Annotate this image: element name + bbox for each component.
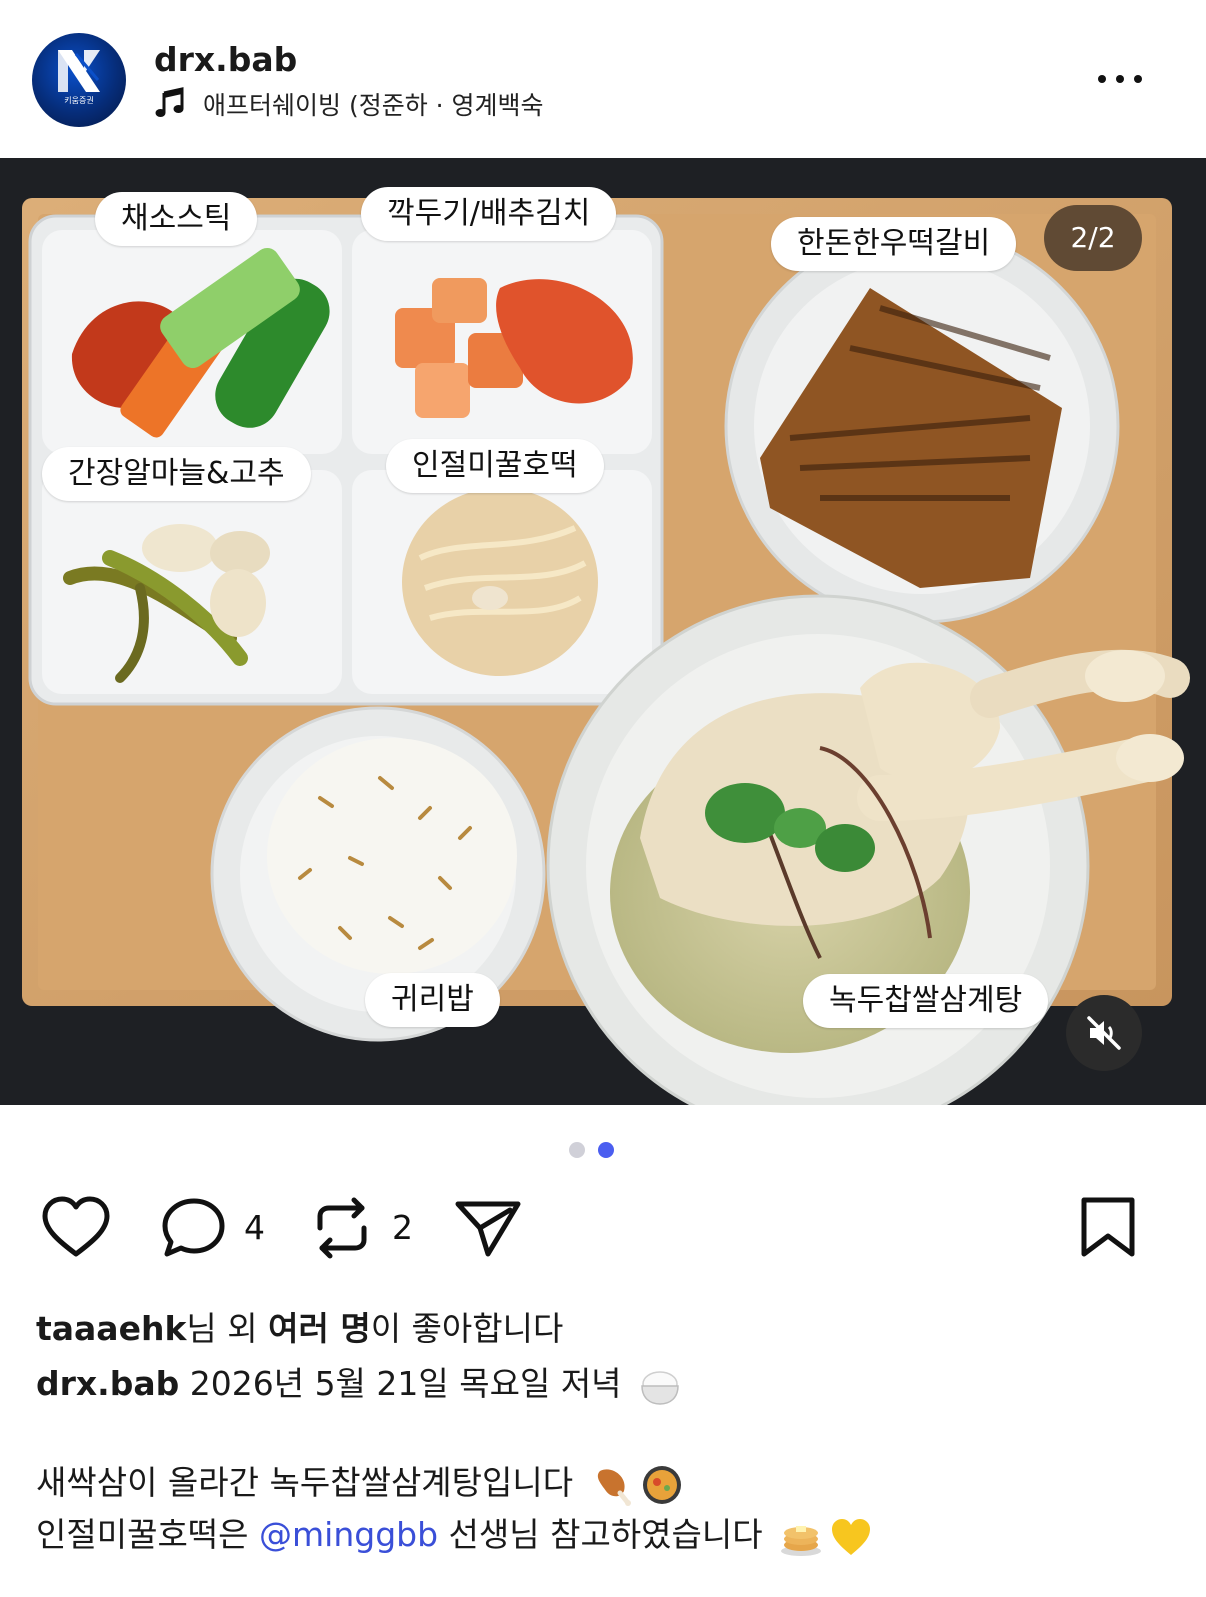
mute-button[interactable]	[1066, 995, 1142, 1071]
rice-bowl-emoji	[641, 1370, 679, 1405]
post-username[interactable]: drx.bab	[154, 40, 297, 79]
food-tray-illustration	[0, 158, 1206, 1105]
caption-line-1: 새싹삼이 올라간 녹두찹쌀삼계탕입니다	[36, 1456, 684, 1507]
food-tag-samgyetang[interactable]: 녹두찹쌀삼계탕	[803, 974, 1049, 1028]
likes-mid: 님 외	[186, 1309, 269, 1348]
bookmark-icon[interactable]	[1078, 1196, 1138, 1260]
caption-header: drx.bab 2026년 5월 21일 목요일 저녁	[36, 1357, 682, 1408]
caption-username[interactable]: drx.bab	[36, 1364, 179, 1403]
avatar-caption: 키움증권	[64, 96, 94, 105]
likes-user[interactable]: taaaehk	[36, 1309, 186, 1348]
likes-tail: 이 좋아합니다	[370, 1309, 564, 1348]
caption-mention-link[interactable]: @minggbb	[259, 1515, 438, 1554]
drumstick-emoji	[597, 1468, 631, 1506]
food-tag-kimchi[interactable]: 깍두기/배추김치	[361, 187, 617, 241]
repost-count: 2	[392, 1208, 413, 1247]
caption-line-1-text: 새싹삼이 올라간 녹두찹쌀삼계탕입니다	[36, 1463, 574, 1502]
music-note-icon	[155, 87, 184, 117]
food-tag-hotteok[interactable]: 인절미꿀호떡	[386, 439, 604, 493]
image-counter: 2/2	[1044, 205, 1142, 271]
music-track[interactable]: 애프터쉐이빙 (정준하 · 영계백숙	[203, 86, 544, 122]
yellow-heart-emoji	[832, 1518, 871, 1555]
pancakes-emoji	[781, 1525, 822, 1556]
send-icon[interactable]	[452, 1196, 524, 1260]
caption-line-2-post: 선생님 참고하였습니다	[438, 1515, 763, 1554]
avatar[interactable]: 키움증권	[32, 33, 126, 127]
carousel-dot-1[interactable]	[569, 1142, 585, 1158]
food-tag-garlic-pepper[interactable]: 간장알마늘&고추	[42, 447, 311, 501]
food-tag-galbi[interactable]: 한돈한우떡갈비	[771, 217, 1017, 271]
heart-icon[interactable]	[40, 1196, 112, 1260]
caption-date: 2026년 5월 21일 목요일 저녁	[189, 1364, 622, 1403]
carousel-dot-2[interactable]	[598, 1142, 614, 1158]
mute-icon	[1087, 1016, 1121, 1050]
caption-line-2-pre: 인절미꿀호떡은	[36, 1515, 260, 1554]
food-tag-rice[interactable]: 귀리밥	[365, 973, 500, 1027]
caption-line-2: 인절미꿀호떡은 @minggbb 선생님 참고하였습니다	[36, 1508, 873, 1559]
repost-icon[interactable]	[312, 1196, 372, 1260]
brand-logo-icon	[58, 50, 100, 92]
more-icon[interactable]	[1096, 68, 1144, 90]
likes-others[interactable]: 여러 명	[268, 1309, 371, 1348]
post-photo[interactable]: 채소스틱 깍두기/배추김치 한돈한우떡갈비 간장알마늘&고추 인절미꿀호떡 귀리…	[0, 158, 1206, 1105]
likes-summary[interactable]: taaaehk님 외 여러 명이 좋아합니다	[36, 1302, 563, 1350]
comment-icon[interactable]	[160, 1196, 228, 1260]
food-tag-veg-sticks[interactable]: 채소스틱	[95, 192, 258, 246]
pan-food-emoji	[642, 1465, 681, 1504]
comment-count: 4	[244, 1208, 265, 1247]
